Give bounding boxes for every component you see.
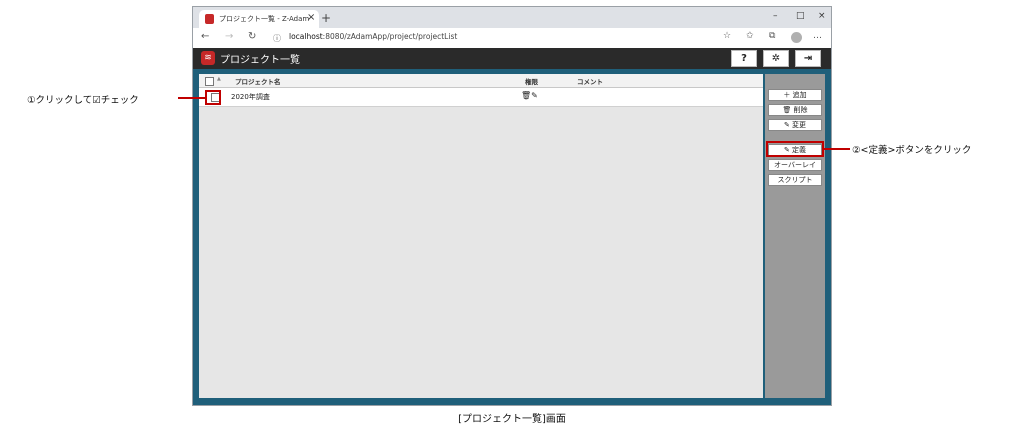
figure-caption: [プロジェクト一覧]画面 [458,414,566,425]
table-header: ▲ プロジェクト名 権限 コメント [199,74,763,88]
page-title: プロジェクト一覧 [220,55,300,66]
browser-tab[interactable]: プロジェクト一覧 - Z-Adam × [199,10,319,28]
callout-step2: ②<定義>ボタンをクリック [852,145,972,156]
column-header-permission[interactable]: 権限 [525,76,538,86]
site-info-icon[interactable]: ⓘ [273,33,281,44]
address-path: :8080/zAdamApp/project/projectList [322,32,458,41]
reload-icon[interactable]: ↻ [248,31,256,42]
callout-step1: ①クリックして☑チェック [27,95,139,106]
callout-line-1 [178,97,205,99]
back-icon[interactable]: ← [201,31,209,42]
project-table: ▲ プロジェクト名 権限 コメント 2020年調査 🗑✎ [199,74,763,398]
edit-button[interactable]: ✎ 変更 [768,119,822,131]
address-bar[interactable]: localhost:8080/zAdamApp/project/projectL… [289,32,457,41]
app-logo-icon: ≋ [201,51,215,65]
logout-button[interactable]: ⇥ [795,50,821,67]
more-menu-icon[interactable]: … [813,31,822,41]
maximize-icon[interactable]: □ [796,11,805,21]
profile-avatar[interactable] [791,32,802,43]
app-header: ≋ プロジェクト一覧 ? ✲ ⇥ [193,48,831,69]
column-header-name[interactable]: プロジェクト名 [235,76,281,86]
help-icon: ? [741,53,747,64]
tab-strip: プロジェクト一覧 - Z-Adam × + – □ × [193,7,831,28]
overlay-button[interactable]: オーバーレイ [768,159,822,171]
main-frame: ▲ プロジェクト名 権限 コメント 2020年調査 🗑✎ ＋ 追加 🗑 削除 ✎… [193,69,831,405]
action-sidebar: ＋ 追加 🗑 削除 ✎ 変更 ✎ 定義 オーバーレイ スクリプト [765,74,825,398]
project-name: 2020年調査 [231,93,270,101]
script-button[interactable]: スクリプト [768,174,822,186]
browser-window: プロジェクト一覧 - Z-Adam × + – □ × ← → ↻ ⓘ loca… [192,6,832,406]
tab-close-icon[interactable]: × [307,12,315,23]
new-tab-icon[interactable]: + [321,11,331,25]
collections-icon[interactable]: ⧉ [769,31,775,41]
minimize-icon[interactable]: – [773,11,778,21]
table-row[interactable]: 2020年調査 🗑✎ [199,88,763,107]
gear-icon: ✲ [771,53,781,64]
close-window-icon[interactable]: × [818,11,826,21]
define-button-highlight [766,141,824,157]
forward-icon[interactable]: → [225,31,233,42]
tab-title: プロジェクト一覧 - Z-Adam [219,15,310,23]
browser-toolbar: ← → ↻ ⓘ localhost:8080/zAdamApp/project/… [193,28,831,49]
callout-line-2 [824,148,850,150]
help-button[interactable]: ? [731,50,757,67]
app-favicon-icon [205,14,214,24]
checkbox-highlight [205,90,221,105]
column-header-comment[interactable]: コメント [577,76,603,86]
favorite-star-icon[interactable]: ☆ [723,31,731,41]
select-all-checkbox[interactable] [205,77,214,86]
settings-button[interactable]: ✲ [763,50,789,67]
add-button[interactable]: ＋ 追加 [768,89,822,101]
favorites-icon[interactable]: ✩ [746,31,754,41]
sort-indicator-icon[interactable]: ▲ [217,76,221,82]
address-host: localhost [289,32,323,41]
delete-button[interactable]: 🗑 削除 [768,104,822,116]
logout-icon: ⇥ [803,53,813,64]
permission-icons[interactable]: 🗑✎ [521,91,538,100]
